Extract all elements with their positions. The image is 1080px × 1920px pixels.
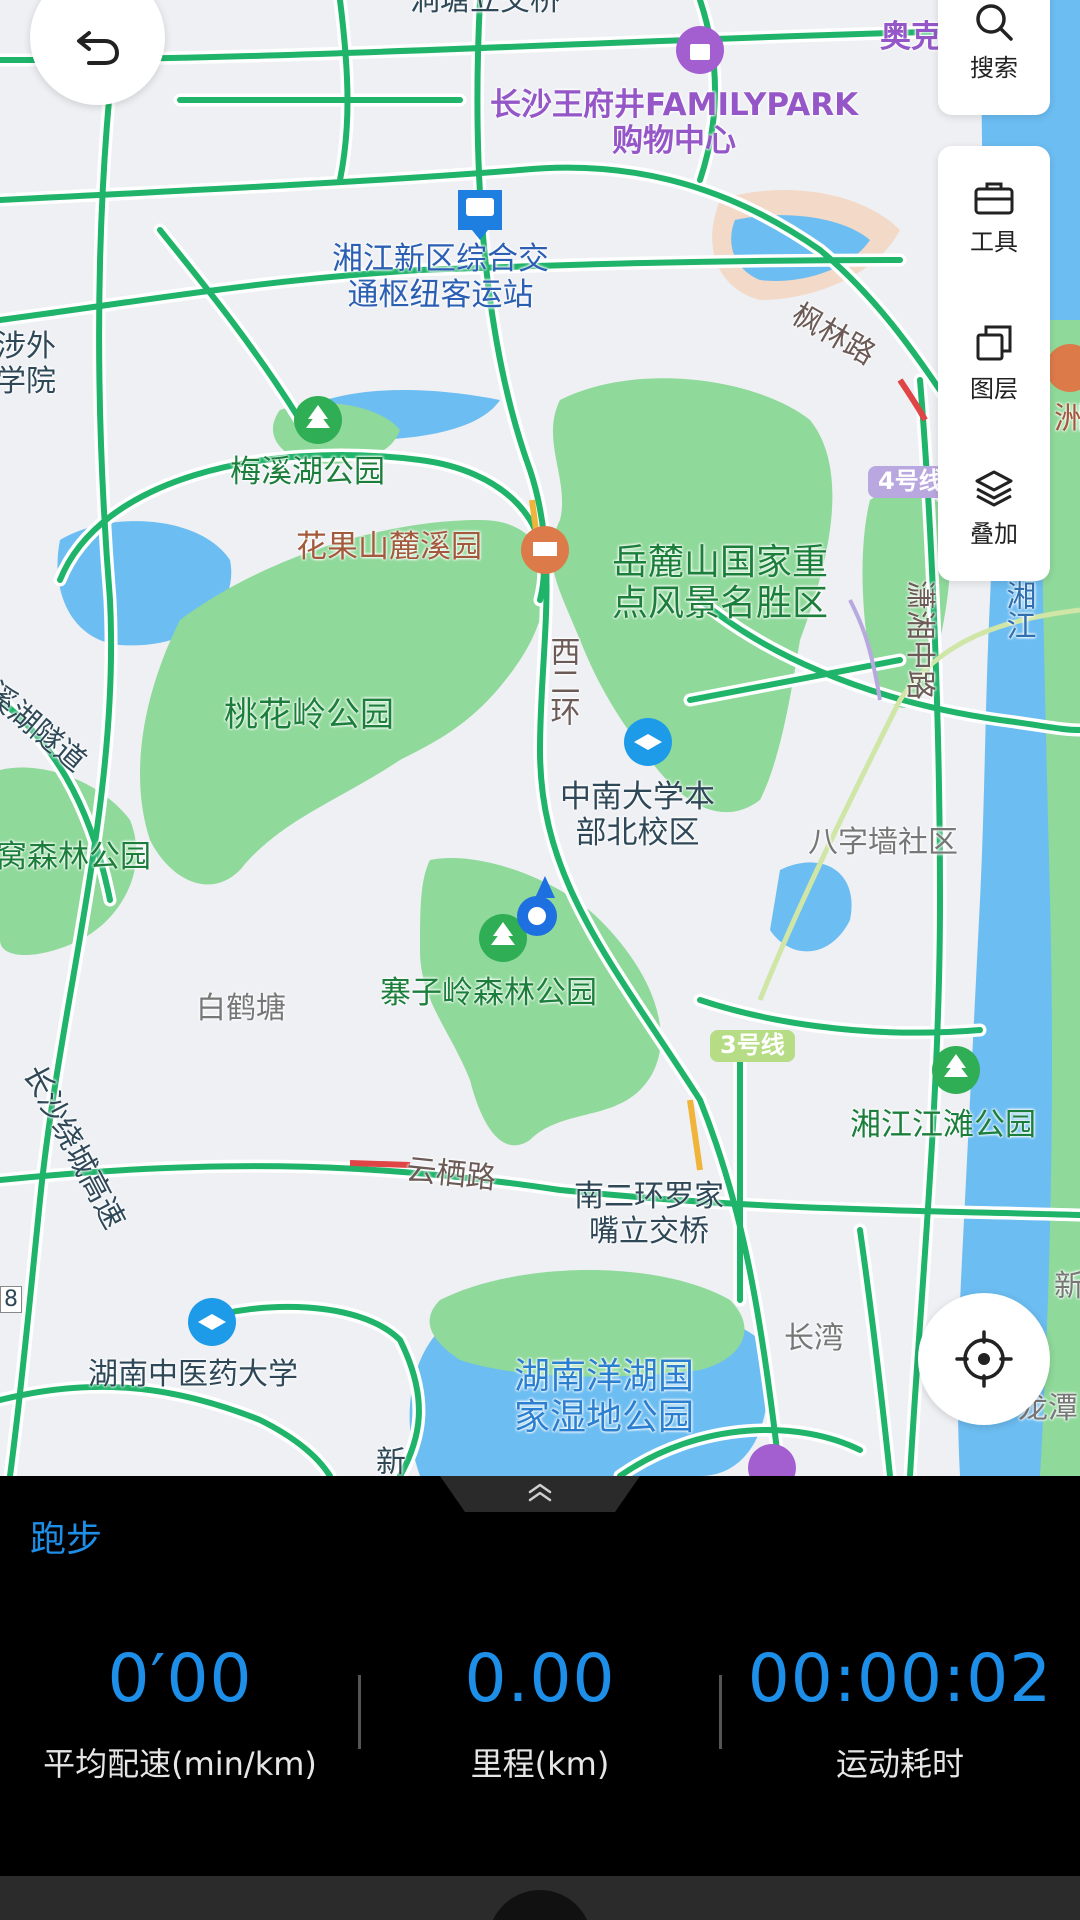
map-label-xiaoxiang-road: 潇湘中路 [902, 580, 937, 700]
overlay-icon [975, 470, 1013, 507]
average-pace-caption: 平均配速(min/km) [43, 1745, 317, 1783]
map-label-left-forest: 窝森林公园 [0, 839, 151, 875]
shop-marker-bottom [748, 1444, 796, 1476]
search-button[interactable]: 搜索 [938, 0, 1050, 115]
distance-value: 0.00 [464, 1640, 616, 1717]
map-label-xi-er-huan: 西二环 [544, 636, 580, 726]
map-label-aoke: 奥克 [880, 19, 942, 55]
park-marker-xiangjiang [932, 1046, 980, 1094]
map-label-right-xin: 新 [1054, 1269, 1080, 1304]
overlay-label: 叠加 [970, 520, 1018, 548]
map-label-bus-station[interactable]: 湘江新区综合交 通枢纽客运站 [332, 241, 549, 313]
distance-caption: 里程(km) [470, 1745, 610, 1783]
map-label-yanghu[interactable]: 湖南洋湖国 家湿地公园 [514, 1356, 694, 1439]
map-label-right-zhou: 洲 [1054, 401, 1080, 437]
map-label-nanerhuan: 南二环罗家 嘴立交桥 [574, 1179, 724, 1249]
layers-button[interactable]: 图层 [938, 291, 1050, 436]
tools-label: 工具 [970, 228, 1018, 256]
stat-distance: 0.00 里程(km) [360, 1640, 720, 1785]
stat-duration: 00:00:02 运动耗时 [720, 1640, 1080, 1785]
home-button[interactable] [488, 1890, 592, 1920]
average-pace-value: 0′00 [107, 1640, 253, 1717]
map-canvas [0, 0, 1080, 1476]
map-label-baziqiang: 八字墙社区 [808, 825, 958, 860]
shopping-marker [676, 26, 724, 74]
school-marker-tcm [188, 1298, 236, 1346]
back-arrow-icon [76, 31, 119, 65]
map-label-meixi-park[interactable]: 梅溪湖公园 [230, 454, 385, 491]
school-marker-csu [624, 718, 672, 766]
locate-button[interactable] [918, 1293, 1050, 1425]
overlay-button[interactable]: 叠加 [938, 436, 1050, 581]
map-label-yuelu[interactable]: 岳麓山国家重 点风景名胜区 [612, 542, 828, 625]
scenic-marker-huaguoshan [521, 526, 569, 574]
workout-mode-title: 跑步 [30, 1519, 103, 1560]
map-label-changwan: 长湾 [784, 1321, 844, 1356]
system-nav-bar [0, 1876, 1080, 1920]
metro-line-3-badge: 3号线 [710, 1030, 795, 1062]
map-label-taohualing[interactable]: 桃花岭公园 [224, 695, 394, 735]
layers-icon [976, 325, 1012, 361]
tools-button[interactable]: 工具 [938, 146, 1050, 291]
map-label-hunan-tcm[interactable]: 湖南中医药大学 [88, 1357, 298, 1393]
map-label-csu[interactable]: 中南大学本 部北校区 [560, 779, 715, 851]
map-label-xin: 新 [376, 1445, 406, 1476]
toolbox-icon [974, 182, 1014, 215]
map-label-left-school: 涉外 学院 [0, 329, 56, 399]
search-label: 搜索 [970, 54, 1018, 82]
search-icon [976, 4, 1013, 41]
map-label-huaguoshan[interactable]: 花果山麓溪园 [296, 529, 482, 566]
map-tools-card: 工具 图层 叠加 [938, 146, 1050, 581]
map-label-xiangjiang: 湘江 [1000, 580, 1036, 640]
map-label-wangfujing[interactable]: 长沙王府井FAMILYPARK 购物中心 [490, 87, 858, 159]
map-label-left-8: 8 [0, 1286, 22, 1314]
running-map-screen: 洞塘立交桥 奥克 长沙王府井FAMILYPARK 购物中心 湘江新区综合交 通枢… [0, 0, 1080, 1920]
crosshair-icon [955, 1330, 1013, 1388]
duration-value: 00:00:02 [747, 1640, 1053, 1717]
duration-caption: 运动耗时 [835, 1745, 964, 1783]
panel-expand-handle[interactable] [440, 1476, 640, 1512]
layers-label: 图层 [970, 375, 1018, 403]
map-label-xiangjiang-beach[interactable]: 湘江江滩公园 [850, 1107, 1036, 1144]
map-view[interactable]: 洞塘立交桥 奥克 长沙王府井FAMILYPARK 购物中心 湘江新区综合交 通枢… [0, 0, 1080, 1476]
map-label-top-road: 洞塘立交桥 [410, 0, 560, 18]
bus-station-marker [458, 190, 502, 240]
park-marker-meixi [294, 396, 342, 444]
stat-average-pace: 0′00 平均配速(min/km) [0, 1640, 360, 1785]
map-label-baihetang: 白鹤塘 [196, 991, 286, 1026]
search-card: 搜索 [938, 0, 1050, 115]
map-label-zhaiziling[interactable]: 寨子岭森林公园 [380, 975, 597, 1012]
